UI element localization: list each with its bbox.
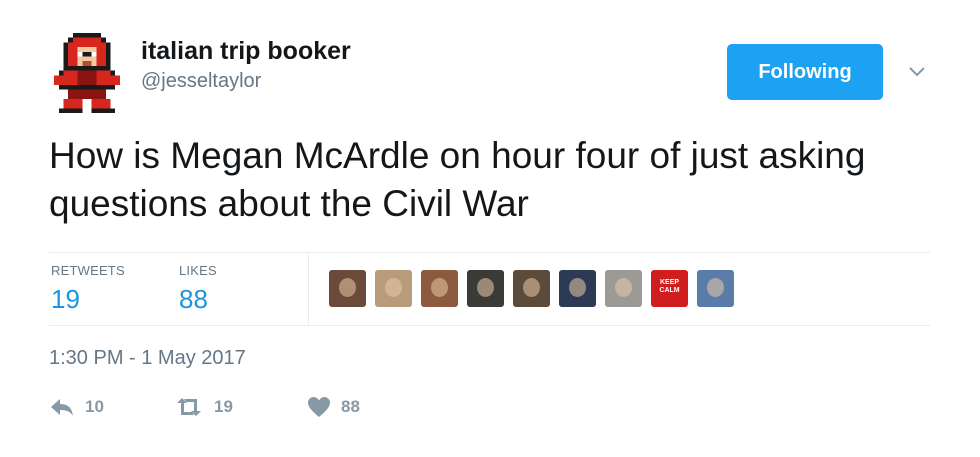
like-button[interactable]: 88 xyxy=(307,396,360,418)
liker-avatar-8[interactable]: KEEP CALM xyxy=(651,270,688,307)
user-info: italian trip booker @jesseltaylor xyxy=(141,36,351,93)
liker-avatar-6[interactable] xyxy=(559,270,596,307)
chevron-down-icon[interactable] xyxy=(906,60,928,82)
liker-avatar-text: KEEP CALM xyxy=(659,279,680,294)
likes-count: 88 xyxy=(179,284,208,314)
liker-avatar-3[interactable] xyxy=(421,270,458,307)
liker-avatars: KEEP CALM xyxy=(329,270,734,307)
reply-count: 10 xyxy=(85,397,104,416)
liker-avatar-9[interactable] xyxy=(697,270,734,307)
liker-avatar-2[interactable] xyxy=(375,270,412,307)
user-handle[interactable]: @jesseltaylor xyxy=(141,70,351,93)
reply-button[interactable]: 10 xyxy=(49,396,104,418)
retweet-button[interactable]: 19 xyxy=(174,396,233,418)
liker-avatar-1[interactable] xyxy=(329,270,366,307)
tweet-stats: RETWEETS 19 LIKES 88 KEEP CALM xyxy=(49,252,930,326)
megaman-avatar-icon[interactable] xyxy=(49,33,125,113)
liker-avatar-5[interactable] xyxy=(513,270,550,307)
retweets-label: RETWEETS xyxy=(51,263,125,278)
tweet-timestamp[interactable]: 1:30 PM - 1 May 2017 xyxy=(49,347,246,370)
stats-divider xyxy=(308,253,309,325)
display-name[interactable]: italian trip booker xyxy=(141,36,351,66)
likes-label: LIKES xyxy=(179,263,217,278)
retweets-stat[interactable]: RETWEETS 19 xyxy=(51,263,125,315)
tweet-header: italian trip booker @jesseltaylor Follow… xyxy=(49,30,939,115)
likes-stat[interactable]: LIKES 88 xyxy=(179,263,217,315)
retweet-count: 19 xyxy=(214,397,233,416)
liker-avatar-4[interactable] xyxy=(467,270,504,307)
following-button[interactable]: Following xyxy=(727,44,883,100)
retweet-icon xyxy=(177,398,201,416)
liker-avatar-7[interactable] xyxy=(605,270,642,307)
retweets-count: 19 xyxy=(51,284,80,314)
like-count: 88 xyxy=(341,397,360,416)
heart-icon xyxy=(308,397,330,417)
tweet-text: How is Megan McArdle on hour four of jus… xyxy=(49,135,866,224)
reply-icon xyxy=(51,399,73,416)
